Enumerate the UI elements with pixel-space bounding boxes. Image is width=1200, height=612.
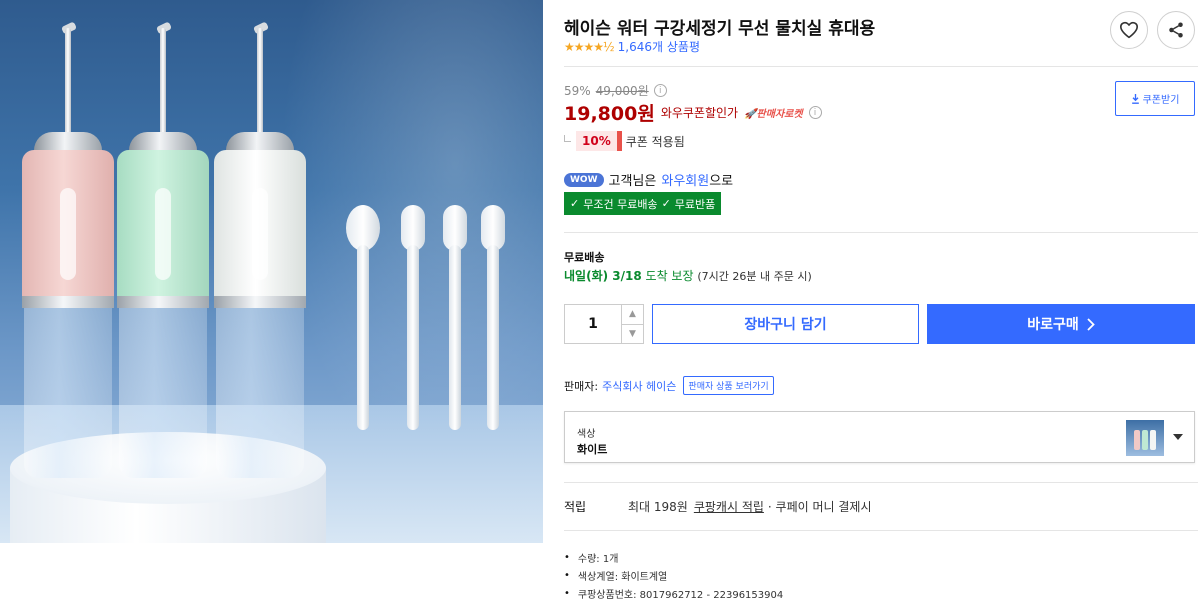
spec-item: 수량: 1개 — [564, 548, 783, 566]
coupon-download-button[interactable]: 쿠폰받기 — [1115, 81, 1195, 116]
product-info-panel: 헤이슨 워터 구강세정기 무선 물치실 휴대용 ★★★★½ 1,646개 상품평… — [564, 0, 1198, 612]
wow-member-link[interactable]: 와우회원 — [661, 174, 709, 189]
wow-prefix: 고객님은 — [608, 174, 657, 189]
share-icon — [1169, 22, 1183, 38]
wow-membership-row: WOW 고객님은 와우회원으로 — [564, 170, 733, 189]
original-price-row: 59% 49,000원 i — [564, 82, 667, 99]
check-icon: ✓ — [570, 197, 580, 210]
divider — [564, 232, 1198, 233]
arrival-date: 내일(화) 3/18 — [564, 269, 642, 283]
check-icon: ✓ — [661, 197, 671, 210]
seller-row: 판매자: 주식회사 헤이슨 판매자 상품 보러가기 — [564, 376, 774, 395]
option-thumbnail — [1126, 420, 1164, 456]
add-to-cart-button[interactable]: 장바구니 담기 — [652, 304, 919, 344]
order-deadline: (7시간 26분 내 주문 시) — [697, 270, 812, 283]
rating-row[interactable]: ★★★★½ 1,646개 상품평 — [564, 38, 700, 55]
heart-icon — [1120, 21, 1138, 39]
review-count-link[interactable]: 1,646개 상품평 — [618, 38, 700, 55]
wow-badge: WOW — [564, 172, 604, 187]
device-mint — [117, 21, 209, 480]
arrival-guarantee-text: 도착 보장 — [645, 269, 694, 283]
download-icon — [1131, 93, 1139, 104]
product-title: 헤이슨 워터 구강세정기 무선 물치실 휴대용 — [564, 19, 876, 39]
sale-price-row: 19,800원 와우쿠폰할인가 🚀판매자로켓 i — [564, 99, 822, 126]
original-price: 49,000원 — [595, 84, 649, 98]
quantity-decrease-icon[interactable]: ▼ — [622, 323, 643, 344]
coupon-percent: 10% — [576, 131, 622, 151]
spec-item: 색상계열: 화이트계열 — [564, 566, 783, 584]
buy-now-button[interactable]: 바로구매 — [927, 304, 1195, 344]
nozzle-tip-tongue — [395, 205, 431, 430]
reward-label: 적립 — [564, 500, 587, 514]
nozzle-tip-brush — [437, 205, 473, 430]
coupang-cash-link[interactable]: 쿠팡캐시 적립 — [694, 498, 764, 515]
seller-rocket-badge: 🚀판매자로켓 — [744, 109, 803, 120]
indent-corner — [564, 134, 571, 142]
share-button[interactable] — [1157, 11, 1195, 49]
buy-now-label: 바로구매 — [1027, 317, 1079, 333]
option-label: 색상 — [577, 429, 596, 440]
sale-price: 19,800원 — [564, 103, 655, 125]
discount-rate: 59% — [564, 83, 591, 98]
arrival-guarantee: 내일(화) 3/18 도착 보장 (7시간 26분 내 주문 시) — [564, 267, 812, 284]
divider — [564, 530, 1198, 531]
divider — [564, 66, 1198, 67]
quantity-stepper[interactable]: 1 ▲ ▼ — [564, 304, 644, 344]
quantity-value[interactable]: 1 — [565, 305, 621, 343]
seller-products-link[interactable]: 판매자 상품 보러가기 — [683, 376, 774, 395]
option-value: 화이트 — [577, 443, 608, 456]
info-icon[interactable]: i — [808, 106, 822, 119]
coupon-button-label: 쿠폰받기 — [1142, 95, 1180, 106]
sale-price-label: 와우쿠폰할인가 — [660, 106, 739, 120]
wow-suffix: 으로 — [709, 174, 734, 189]
divider — [564, 482, 1198, 483]
wow-benefit-box: ✓ 무조건 무료배송 ✓ 무료반품 — [564, 192, 722, 215]
device-white — [214, 21, 306, 480]
rocket-icon: 🚀 — [744, 109, 757, 120]
caret-down-icon[interactable] — [1173, 434, 1183, 440]
reward-condition: · 쿠페이 머니 결제시 — [767, 500, 872, 514]
benefit-free-shipping: 무조건 무료배송 — [583, 197, 658, 211]
product-image[interactable] — [0, 0, 543, 543]
nozzle-tip-jet — [475, 205, 511, 430]
chevron-right-icon — [1087, 317, 1095, 331]
info-icon[interactable]: i — [653, 84, 667, 97]
shipping-label: 무료배송 — [564, 251, 605, 264]
device-pink — [22, 21, 114, 480]
quantity-increase-icon[interactable]: ▲ — [622, 305, 643, 324]
coupon-applied-row: 10% 쿠폰 적용됨 — [564, 131, 685, 151]
coupon-applied-text: 쿠폰 적용됨 — [625, 134, 685, 149]
color-option-select[interactable]: 색상 화이트 — [564, 411, 1195, 463]
seller-name-link[interactable]: 주식회사 헤이슨 — [602, 378, 676, 394]
benefit-free-return: 무료반품 — [674, 197, 716, 211]
nozzle-tip-mirror — [345, 205, 381, 430]
spec-item: 쿠팡상품번호: 8017962712 - 22396153904 — [564, 584, 783, 602]
reward-amount: 최대 198원 — [628, 500, 688, 514]
seller-label: 판매자: — [564, 379, 599, 393]
rating-stars: ★★★★½ — [564, 39, 615, 54]
favorite-button[interactable] — [1110, 11, 1148, 49]
reward-row: 적립 최대 198원 쿠팡캐시 적립 · 쿠페이 머니 결제시 — [564, 498, 872, 515]
product-spec-list: 수량: 1개 색상계열: 화이트계열 쿠팡상품번호: 8017962712 - … — [564, 548, 783, 602]
